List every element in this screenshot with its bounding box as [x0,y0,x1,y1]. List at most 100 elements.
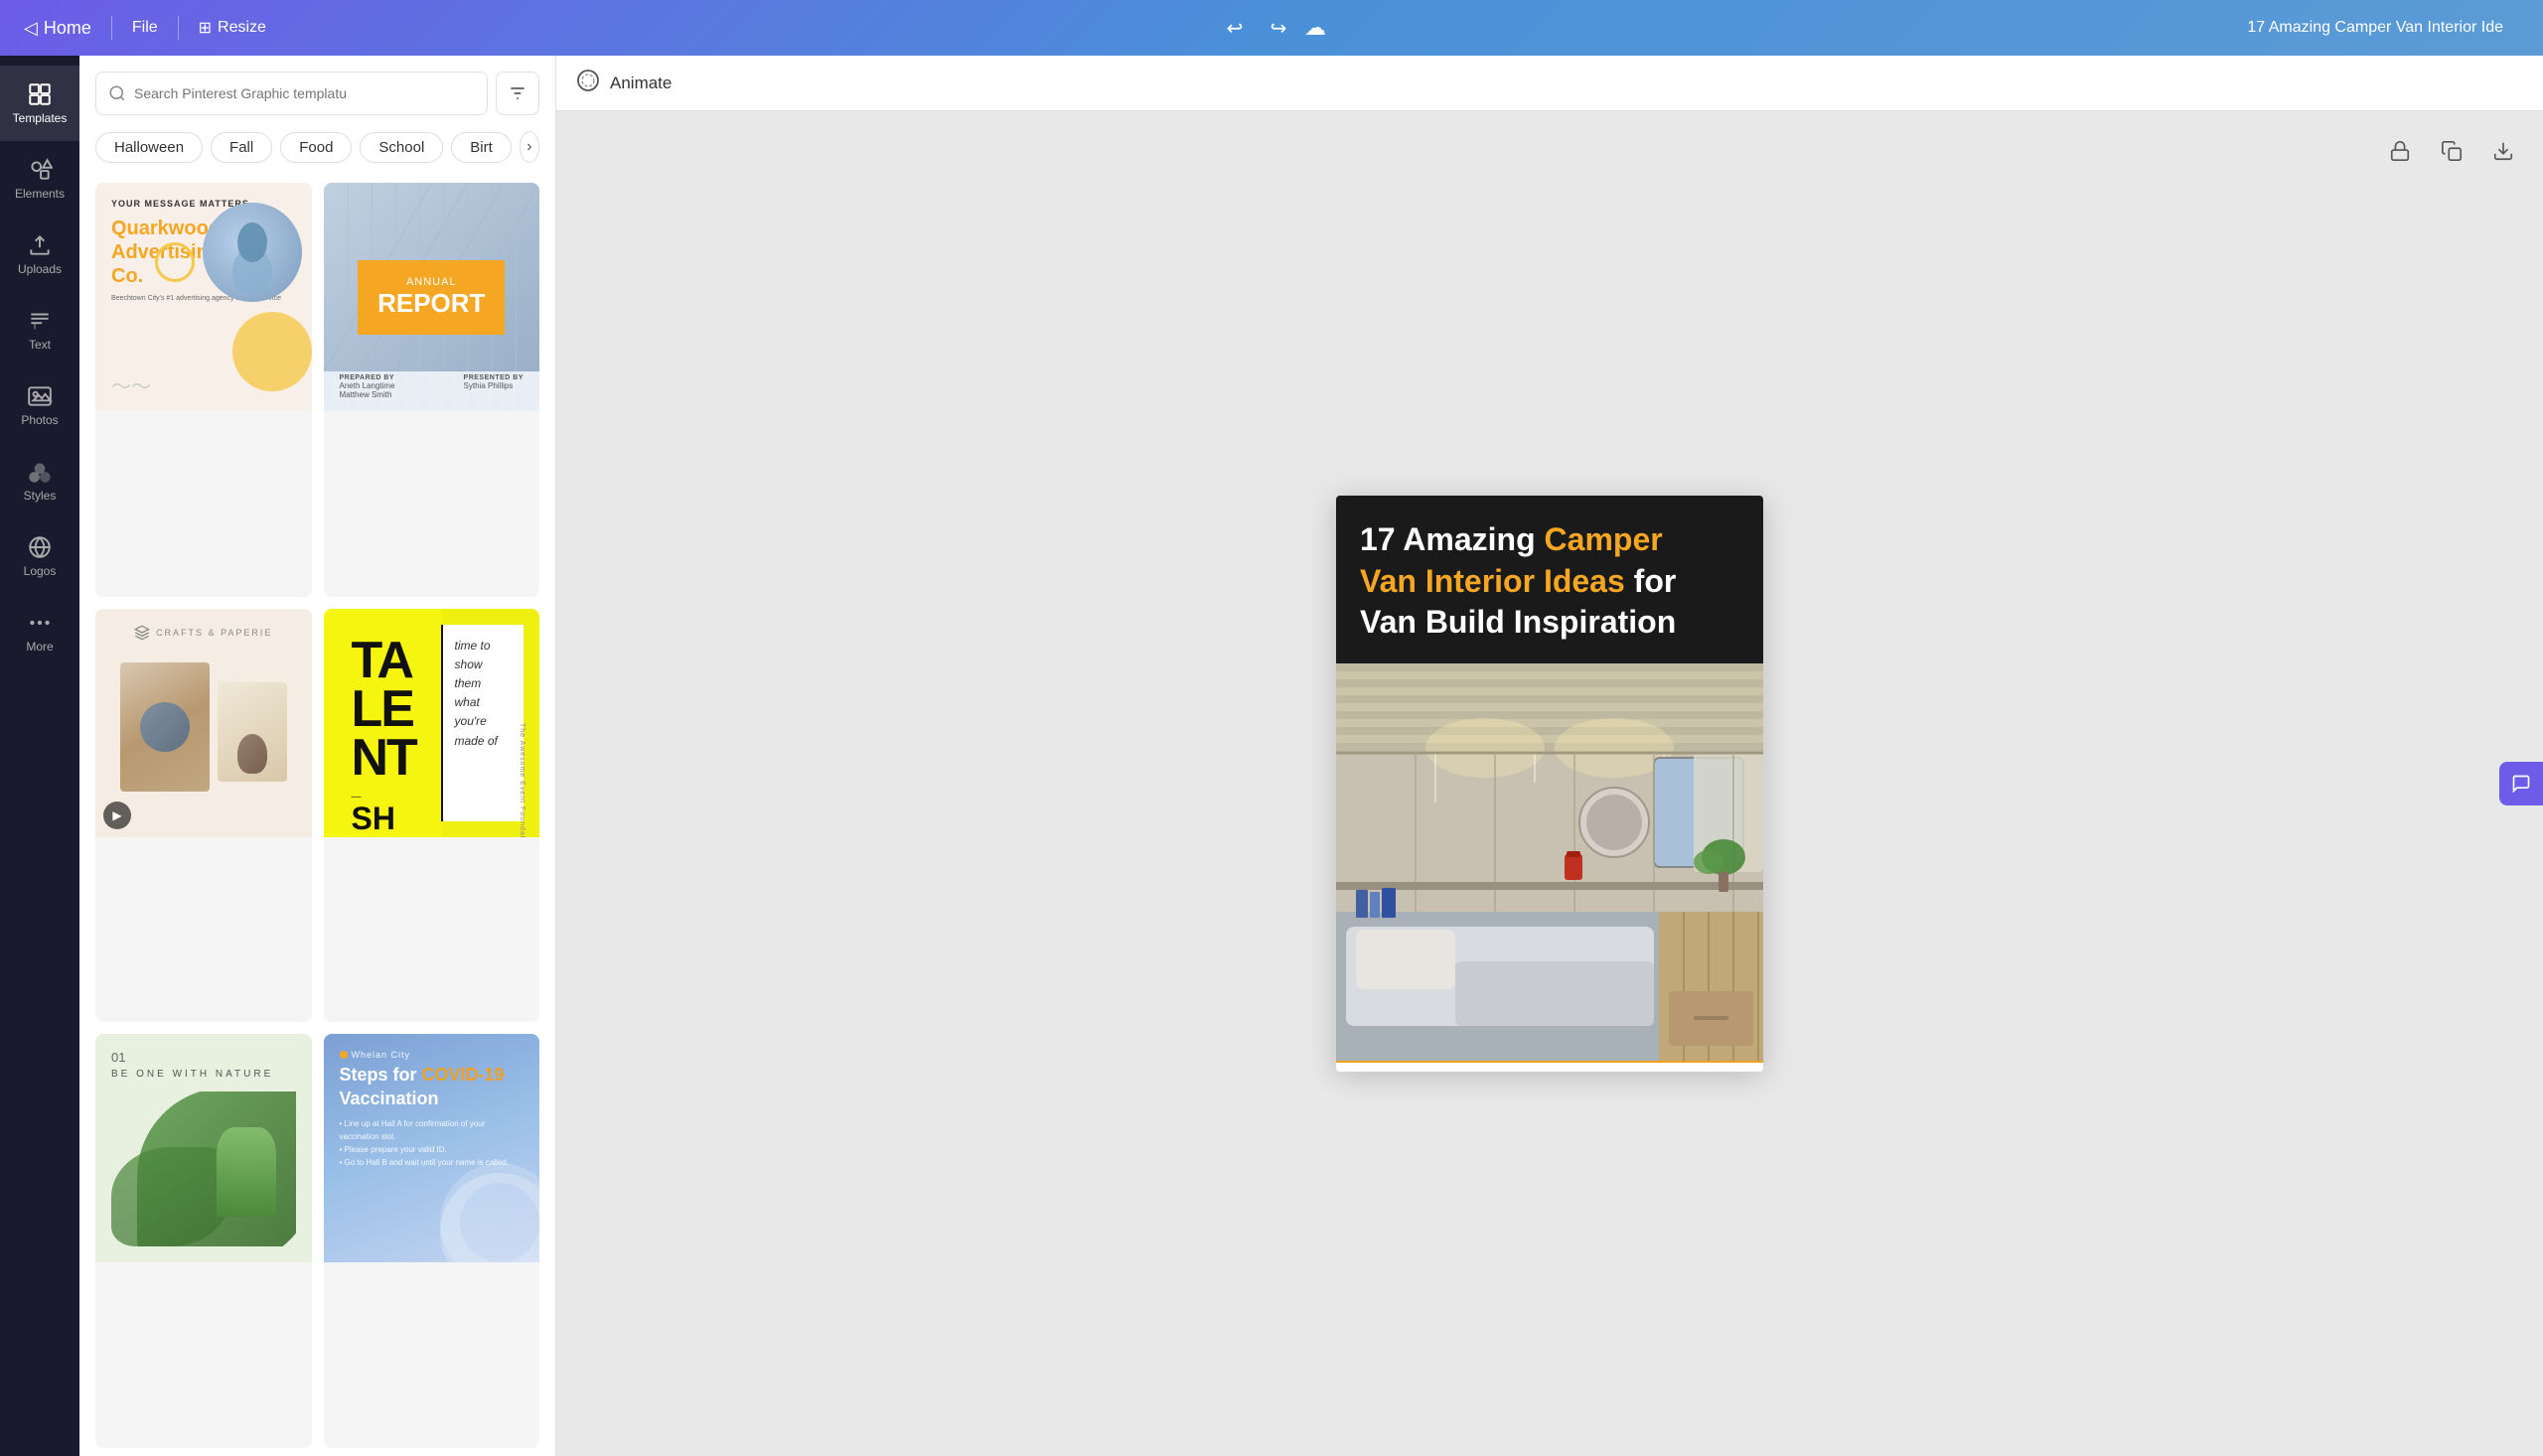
tag-birt[interactable]: Birt [451,132,512,163]
covid-orange: COVID-19 [422,1065,505,1085]
tag-more-button[interactable]: › [520,131,539,163]
talent-layout: TALENT — SHOW time toshowthemwhatyou'rem… [340,625,524,821]
more-icon [27,610,53,636]
craft-img-main [120,662,210,792]
filter-button[interactable] [496,72,539,115]
template-grid: YOUR MESSAGE MATTERS. QuarkwoodAdvertisi… [79,175,555,1456]
talent-italic: time toshowthemwhatyou'remade of [455,637,512,751]
covid-dot [340,1051,348,1059]
talent-show-text: SHOW [352,802,429,837]
card-talent-content: TALENT — SHOW time toshowthemwhatyou'rem… [324,609,540,837]
photos-icon [27,383,53,409]
canvas-workspace[interactable]: 17 Amazing CamperVan Interior Ideas forV… [556,111,2543,1456]
uploads-label: Uploads [18,262,62,276]
search-box[interactable] [95,72,488,115]
sidebar-item-uploads[interactable]: Uploads [0,217,79,292]
covid-steps: • Line up at Hall A for confirmation of … [340,1118,524,1169]
styles-icon [27,459,53,485]
craft-logo: CRAFTS & PAPERIE [156,628,272,638]
craft-header: CRAFTS & PAPERIE [111,625,296,641]
craft-img-small [218,682,287,782]
report-orange-box: ANNUAL REPORT [358,260,505,335]
canvas-card-title: 17 Amazing CamperVan Interior Ideas forV… [1360,519,1739,644]
download-button[interactable] [2483,131,2523,171]
canvas-area: Animate [556,56,2543,1456]
nature-visual [111,1092,296,1246]
template-card-report[interactable]: ANNUAL REPORT PREPARED BY Aneth Langtime… [324,183,540,597]
topbar-divider [111,16,112,40]
topbar: ◁ Home File ⊞ Resize ↩ ↪ ☁ 17 Amazing Ca… [0,0,2543,56]
card-advertising-squiggle: 〜〜 [111,370,151,399]
animate-label[interactable]: Animate [610,73,672,93]
tag-fall[interactable]: Fall [211,132,272,163]
template-card-craft[interactable]: CRAFTS & PAPERIE ▶ [95,609,312,1023]
sidebar-item-logos[interactable]: Logos [0,518,79,594]
lock-button[interactable] [2380,131,2420,171]
template-card-advertising[interactable]: YOUR MESSAGE MATTERS. QuarkwoodAdvertisi… [95,183,312,597]
sidebar-item-more[interactable]: More [0,594,79,669]
search-icon [108,84,126,102]
template-card-talent[interactable]: TALENT — SHOW time toshowthemwhatyou'rem… [324,609,540,1023]
card-covid-content: Whelan City Steps for COVID-19Vaccinatio… [324,1034,540,1262]
file-button[interactable]: File [132,19,158,37]
covid-step2: • Please prepare your valid ID. [340,1144,524,1157]
home-label: Home [44,18,91,39]
home-button[interactable]: ◁ Home [24,18,91,39]
copy-icon [2441,140,2463,162]
canvas-card-main[interactable]: 17 Amazing CamperVan Interior Ideas forV… [1336,496,1763,1072]
sidebar-item-text[interactable]: T Text [0,292,79,367]
sidebar-item-elements[interactable]: Elements [0,141,79,217]
cloud-save-icon[interactable]: ☁ [1304,15,1326,41]
plant-stem [217,1127,276,1217]
sidebar-item-photos[interactable]: Photos [0,367,79,443]
text-icon: T [27,308,53,334]
styles-label: Styles [24,489,57,503]
templates-label: Templates [13,111,68,125]
elements-icon [27,157,53,183]
filter-icon [508,83,527,103]
canvas-card-footer: THE WANDERING RV [1336,1061,1763,1072]
lock-icon [2389,140,2411,162]
tag-halloween[interactable]: Halloween [95,132,203,163]
talent-left: TALENT — SHOW [340,625,441,821]
sidebar-item-styles[interactable]: Styles [0,443,79,518]
main-layout: Templates Elements Uploads T Text [0,56,2543,1456]
logos-icon [27,534,53,560]
document-title: 17 Amazing Camper Van Interior Ide [2247,19,2503,37]
text-label: Text [29,338,51,352]
report-prepared: PREPARED BY Aneth Langtime Matthew Smith [340,374,395,399]
copy-button[interactable] [2432,131,2471,171]
tag-food[interactable]: Food [280,132,352,163]
logos-label: Logos [24,564,57,578]
comment-button[interactable] [2499,762,2543,805]
undo-button[interactable]: ↩ [1217,10,1253,46]
template-card-covid[interactable]: Whelan City Steps for COVID-19Vaccinatio… [324,1034,540,1448]
sidebar-item-templates[interactable]: Templates [0,66,79,141]
search-container [79,56,555,131]
nature-num: 01 [111,1050,296,1065]
search-input[interactable] [134,85,475,101]
download-icon [2492,140,2514,162]
craft-images [111,655,296,821]
covid-step1: • Line up at Hall A for confirmation of … [340,1118,524,1144]
card-craft-content: CRAFTS & PAPERIE ▶ [95,609,312,837]
redo-button[interactable]: ↪ [1261,10,1296,46]
template-card-nature[interactable]: 01 BE ONE WITH NATURE [95,1034,312,1448]
chevron-left-icon: ◁ [24,18,38,39]
topbar-center: ↩ ↪ ☁ [1217,10,1326,46]
photos-label: Photos [21,413,58,427]
more-label: More [26,640,53,654]
tag-row: Halloween Fall Food School Birt › [79,131,555,175]
card-advertising-circle [203,203,302,302]
topbar-left: ◁ Home File ⊞ Resize [24,16,266,40]
topbar-divider2 [178,16,179,40]
templates-panel: Halloween Fall Food School Birt › YOUR M… [79,56,556,1456]
elements-label: Elements [15,187,65,201]
canvas-card-image [1336,663,1763,1061]
comment-icon [2511,774,2531,794]
right-toolbar [2380,131,2523,171]
resize-button[interactable]: ⊞ Resize [199,18,266,38]
play-badge[interactable]: ▶ [103,801,131,829]
svg-text:T: T [32,322,38,332]
tag-school[interactable]: School [360,132,443,163]
